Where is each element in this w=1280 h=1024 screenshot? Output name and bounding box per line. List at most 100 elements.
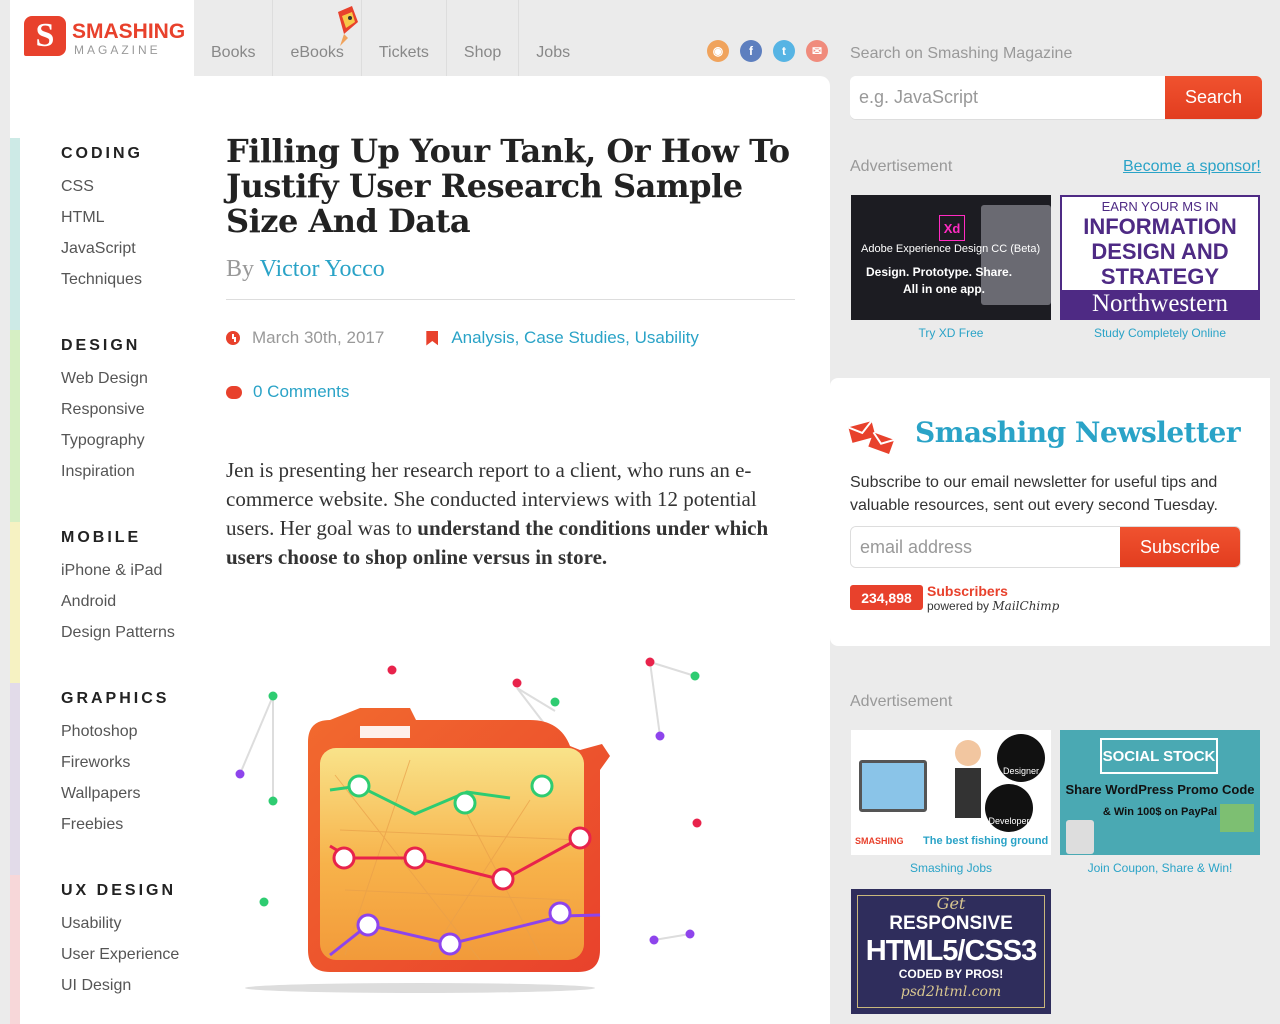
envelopes-icon [848,420,895,454]
category-title[interactable]: UX DESIGN [61,882,181,900]
ad-nw-line4: STRATEGY [1100,264,1220,289]
category-ux-design: UX DESIGN Usability User Experience UI D… [61,882,181,1001]
article-title: Filling Up Your Tank, Or How To Justify … [226,132,790,240]
author-link[interactable]: Victor Yocco [260,256,385,282]
ad-nw-brand: Northwestern [1062,290,1258,318]
psd-line3: HTML5/CSS3 [865,935,1037,967]
search-form: Search [850,76,1262,119]
article-intro: Jen is presenting her research report to… [226,456,796,572]
social-stock-line1: Share WordPress Promo Code [1065,782,1255,797]
sidebar-link-iphone-ipad[interactable]: iPhone & iPad [61,555,175,586]
category-design: DESIGN Web Design Responsive Typography … [61,337,148,487]
fisherman-graphic [949,740,989,820]
designer-badge: Designer [997,734,1045,782]
sidebar-link-design-patterns[interactable]: Design Patterns [61,617,175,648]
powered-by: powered by MailChimp [927,599,1059,613]
publish-date: March 30th, 2017 [252,328,385,347]
facebook-icon[interactable]: f [740,40,762,62]
category-title[interactable]: GRAPHICS [61,690,169,708]
category-title[interactable]: CODING [61,145,143,163]
ad-caption-study-online[interactable]: Study Completely Online [1060,326,1260,340]
email-field[interactable] [851,527,1121,567]
ad-nw-line3: DESIGN AND [1091,239,1229,264]
sidebar-link-css[interactable]: CSS [61,171,143,202]
developer-badge: Developer [985,784,1033,832]
advertisement-label: Advertisement [850,158,953,175]
mailchimp-logo: MailChimp [992,599,1060,613]
comment-bubble-icon [226,385,242,399]
ad-adobe-xd[interactable]: Xd Adobe Experience Design CC (Beta) Des… [851,195,1051,320]
newsletter-panel: Smashing Newsletter Subscribe to our ema… [830,378,1270,646]
sidebar-link-inspiration[interactable]: Inspiration [61,456,148,487]
sidebar-link-wallpapers[interactable]: Wallpapers [61,778,169,809]
sidebar-link-freebies[interactable]: Freebies [61,809,169,840]
nav-shop[interactable]: Shop [447,0,520,76]
sidebar-link-usability[interactable]: Usability [61,908,181,939]
sidebar-link-user-experience[interactable]: User Experience [61,939,181,970]
smashing-jobs-brand: SMASHING [855,836,904,846]
byline: By Victor Yocco [226,256,385,283]
sidebar-link-techniques[interactable]: Techniques [61,264,143,295]
social-stock-title: SOCIAL STOCK [1100,738,1218,774]
sidebar-link-responsive[interactable]: Responsive [61,394,148,425]
newsletter-title: Smashing Newsletter [915,416,1241,449]
sidebar-link-typography[interactable]: Typography [61,425,148,456]
logo-mark-icon: S [24,16,66,56]
category-title[interactable]: MOBILE [61,529,175,547]
laptop-fish-graphic [859,760,927,812]
advertisement-label-2: Advertisement [850,693,953,710]
twitter-icon[interactable]: t [773,40,795,62]
psd-line5: psd2html.com [900,984,1002,1000]
sidebar-link-fireworks[interactable]: Fireworks [61,747,169,778]
nav-books[interactable]: Books [194,0,274,76]
mobile-color-bar [10,522,20,683]
laptop-graphic [981,205,1051,305]
nav-jobs[interactable]: Jobs [519,0,587,76]
ad-psd2html[interactable]: Get RESPONSIVE HTML5/CSS3 CODED BY PROS!… [851,889,1051,1014]
sidebar-link-photoshop[interactable]: Photoshop [61,716,169,747]
money-graphic [1220,804,1254,832]
ad-caption-smashing-jobs[interactable]: Smashing Jobs [851,861,1051,875]
article-meta: March 30th, 2017 Analysis, Case Studies,… [226,328,699,348]
ad-smashing-jobs[interactable]: Designer Developer SMASHING The best fis… [851,730,1051,855]
ad-product-name: Adobe Experience Design CC (Beta) [861,243,1041,255]
nav-tickets[interactable]: Tickets [362,0,447,76]
become-sponsor-link[interactable]: Become a sponsor! [1123,158,1261,176]
top-navigation: Books eBooks Tickets Shop Jobs [194,0,587,76]
newsletter-form: Subscribe [850,526,1241,568]
newsletter-description: Subscribe to our email newsletter for us… [850,474,1218,514]
category-coding: CODING CSS HTML JavaScript Techniques [61,145,143,295]
subscribe-button[interactable]: Subscribe [1120,527,1240,567]
psd-line1: Get [936,894,966,913]
sidebar-link-javascript[interactable]: JavaScript [61,233,143,264]
rss-icon[interactable]: ◉ [707,40,729,62]
byline-prefix: By [226,256,255,282]
logo-name: SMASHING [72,20,186,43]
ux-color-bar [10,875,20,1024]
subscribers-label: Subscribers [927,583,1008,599]
ad-social-stock[interactable]: SOCIAL STOCK Share WordPress Promo Code … [1060,730,1260,855]
psd-line4: CODED BY PROS! [898,967,1004,981]
clock-icon [226,331,240,345]
article-card: Filling Up Your Tank, Or How To Justify … [194,76,830,1024]
sidebar-link-ui-design[interactable]: UI Design [61,970,181,1001]
article-tags[interactable]: Analysis, Case Studies, Usability [451,328,699,348]
ad-tagline-1: Design. Prototype. Share. [866,265,1013,279]
ad-tagline-2: All in one app. [903,282,986,296]
site-logo[interactable]: S SMASHING MAGAZINE [10,0,194,76]
ad-northwestern[interactable]: EARN YOUR MS IN INFORMATION DESIGN AND S… [1060,195,1260,320]
ad-nw-line2: INFORMATION [1083,214,1237,239]
comments-link[interactable]: 0 Comments [253,382,349,402]
category-title[interactable]: DESIGN [61,337,148,355]
sidebar-link-web-design[interactable]: Web Design [61,363,148,394]
sidebar-link-html[interactable]: HTML [61,202,143,233]
ad-caption-try-xd[interactable]: Try XD Free [851,326,1051,340]
search-input[interactable] [850,76,1150,119]
jobs-ad-tagline: The best fishing ground [923,835,1049,847]
subscriber-count-badge: 234,898 [850,585,923,610]
sidebar-link-android[interactable]: Android [61,586,175,617]
category-mobile: MOBILE iPhone & iPad Android Design Patt… [61,529,175,648]
email-icon[interactable]: ✉ [806,40,828,62]
ad-caption-join-coupon[interactable]: Join Coupon, Share & Win! [1060,861,1260,875]
search-button[interactable]: Search [1165,76,1262,119]
